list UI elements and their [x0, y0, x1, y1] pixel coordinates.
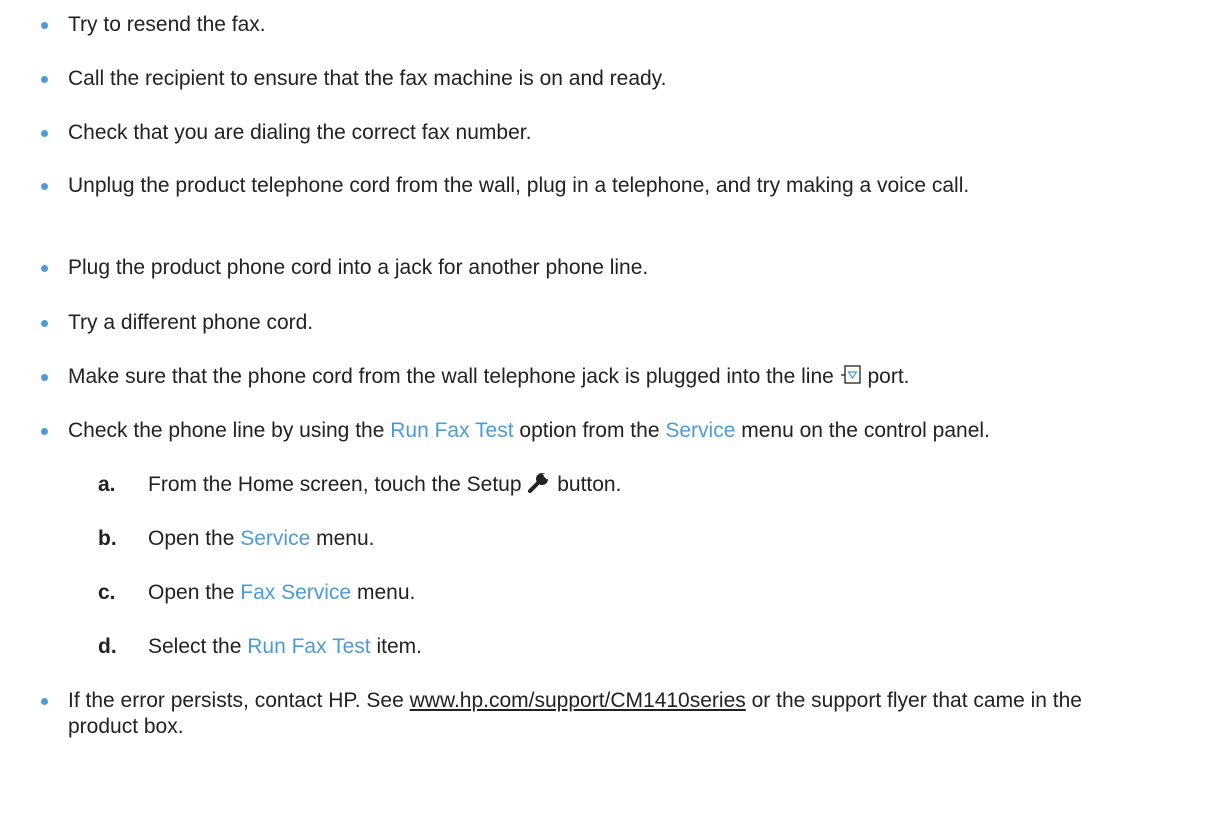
bullet-dot	[41, 22, 48, 29]
bullet-dot	[41, 374, 48, 381]
list-item-text: If the error persists, contact HP. See w…	[68, 688, 1148, 740]
list-item-text: Check that you are dialing the correct f…	[68, 121, 532, 144]
text-segment: item.	[376, 635, 422, 658]
menu-keyword: Service	[240, 527, 311, 550]
step-text: Open the Fax Service menu.	[148, 580, 415, 606]
bullet-dot	[41, 698, 48, 705]
list-item-text: Check the phone line by using the Run Fa…	[68, 418, 1218, 444]
line-port-icon	[840, 364, 862, 393]
step-text: Select the Run Fax Test item.	[148, 634, 422, 660]
text-segment: button.	[557, 473, 622, 496]
list-item-text: Try a different phone cord.	[68, 311, 314, 334]
bullet-dot	[41, 130, 48, 137]
text-segment: port.	[867, 365, 910, 388]
text-segment: Open the	[148, 527, 235, 550]
bullet-dot	[41, 183, 48, 190]
step-letter: c.	[98, 581, 116, 604]
text-segment: menu.	[356, 581, 416, 604]
step-text: Open the Service menu.	[148, 526, 375, 552]
list-item-text: Plug the product phone cord into a jack …	[68, 256, 649, 279]
menu-keyword: Service	[665, 419, 736, 442]
text-segment: menu.	[316, 527, 375, 550]
text-segment: menu on the control panel.	[741, 419, 990, 442]
bullet-dot	[41, 265, 48, 272]
menu-keyword: Run Fax Test	[247, 635, 371, 658]
text-segment: If the error persists, contact HP. See	[68, 689, 404, 712]
menu-keyword: Run Fax Test	[390, 419, 514, 442]
list-item-text: Call the recipient to ensure that the fa…	[68, 67, 667, 90]
support-link[interactable]: www.hp.com/support/CM1410series	[410, 689, 746, 712]
text-segment: Make sure that the phone cord from the w…	[68, 365, 834, 388]
text-segment: option from the	[519, 419, 660, 442]
step-letter: a.	[98, 473, 116, 496]
wrench-icon	[527, 472, 552, 501]
text-segment: Select the	[148, 635, 242, 658]
step-letter: b.	[98, 527, 117, 550]
text-segment: Open the	[148, 581, 235, 604]
step-letter: d.	[98, 635, 117, 658]
list-item-text: Unplug the product telephone cord from t…	[68, 174, 970, 197]
step-text: From the Home screen, touch the Setup bu…	[148, 472, 621, 501]
menu-keyword: Fax Service	[240, 581, 352, 604]
bullet-dot	[41, 320, 48, 327]
bullet-dot	[41, 76, 48, 83]
list-item-text: Try to resend the fax.	[68, 13, 266, 36]
bullet-dot	[41, 428, 48, 435]
text-segment: Check the phone line by using the	[68, 419, 385, 442]
list-item-text: Make sure that the phone cord from the w…	[68, 364, 1168, 393]
troubleshooting-list: Try to resend the fax. Call the recipien…	[0, 0, 1221, 816]
text-segment: From the Home screen, touch the Setup	[148, 473, 522, 496]
